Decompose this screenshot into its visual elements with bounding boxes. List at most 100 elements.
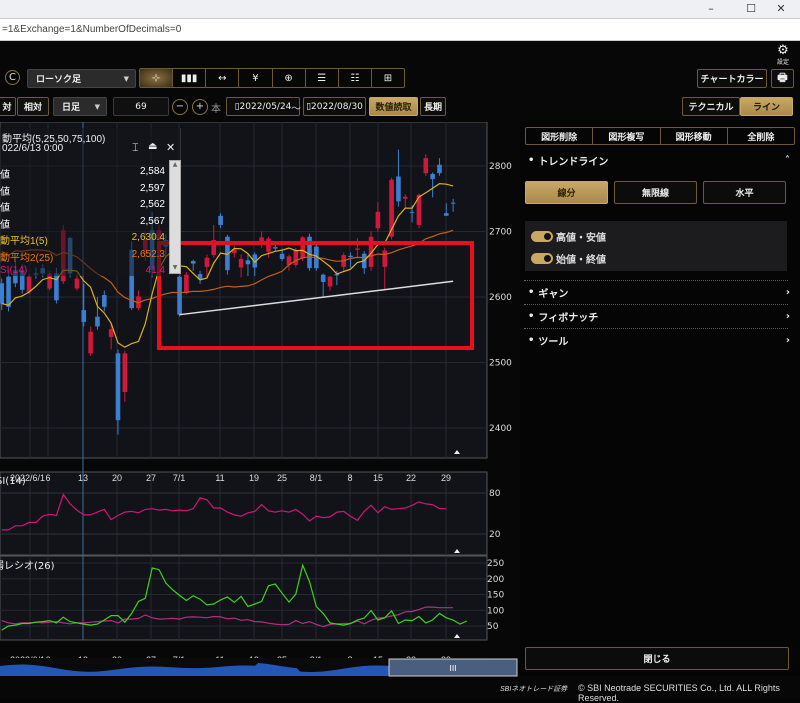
candle-body xyxy=(430,173,435,180)
grid-icon: ⊞ xyxy=(383,72,393,84)
candle-body xyxy=(122,353,128,392)
legend-value: 2,584 xyxy=(139,166,165,177)
candle-body xyxy=(108,329,114,337)
candle-body xyxy=(348,255,353,258)
tool-button[interactable]: ☰ xyxy=(306,69,339,87)
chevron-right-icon: › xyxy=(785,334,790,346)
legend-label: 値 xyxy=(0,219,10,231)
hide-icon[interactable]: ⏏ xyxy=(148,141,157,152)
tab-technical[interactable]: テクニカル xyxy=(682,97,740,116)
horizontal-button[interactable]: 水平 xyxy=(703,181,786,204)
legend-label: 値 xyxy=(0,170,10,181)
tool-button[interactable]: ▮▮▮ xyxy=(173,69,207,87)
candle-body xyxy=(279,253,285,260)
read-values-button[interactable]: 数値読取 xyxy=(369,97,418,116)
toggle-open-close[interactable]: 始値・終値 xyxy=(531,251,606,266)
tool-button[interactable]: ⊕ xyxy=(273,69,306,87)
chart-color-button[interactable]: チャートカラー xyxy=(697,69,767,88)
start-date-input[interactable]: ▯ 2022/05/24 xyxy=(226,97,300,116)
address-bar[interactable]: =1&Exchange=1&NumberOfDecimals=0 xyxy=(0,18,800,41)
line-drawing-panel: 図形削除 図形複写 図形移動 全削除 • トレンドライン ˄ 線分 無限線 水平 高値・… xyxy=(520,122,800,676)
tool-button[interactable]: ↔ xyxy=(206,69,240,87)
legend-row: 値 2,584 xyxy=(0,166,165,181)
close-icon[interactable]: ✕ xyxy=(166,141,175,154)
candle-body xyxy=(382,250,388,267)
scroll-down-icon[interactable]: ▼ xyxy=(170,264,180,271)
candle-body xyxy=(300,237,305,259)
date-tick-label: 11 xyxy=(215,473,224,483)
infinite-line-button[interactable]: 無限線 xyxy=(614,181,697,204)
period-select[interactable]: 日足 ▼ xyxy=(53,97,107,116)
refresh-button[interactable]: C xyxy=(5,70,20,85)
shape-action-1[interactable]: 図形複写 xyxy=(593,128,661,144)
date-tick-label: 7/1 xyxy=(173,473,186,483)
tool-button[interactable]: ⊹ xyxy=(140,69,174,87)
candle-body xyxy=(375,211,381,229)
legend-row: SI(14) 41.4 xyxy=(0,265,165,276)
end-date-input[interactable]: ▯ 2022/08/30 xyxy=(303,97,366,116)
chart-type-select[interactable]: ローソク足 ▼ xyxy=(27,69,136,88)
maximize-button[interactable]: ☐ xyxy=(736,0,766,18)
absolute-button[interactable]: 対 xyxy=(0,97,16,116)
toggle-switch[interactable] xyxy=(531,253,553,264)
candle-body xyxy=(190,260,196,264)
toggle-high-low[interactable]: 高値・安値 xyxy=(531,229,606,244)
tool-button[interactable]: ⊞ xyxy=(372,69,404,87)
candle-body xyxy=(245,260,251,265)
date-tick-label: 22 xyxy=(406,473,416,483)
legend-label: SI(14) xyxy=(0,265,28,276)
candle-body xyxy=(81,310,87,322)
print-button[interactable]: 🖶 xyxy=(771,69,794,88)
legend-row: 値 2,597 xyxy=(0,183,165,198)
section-trendline[interactable]: • トレンドライン ˄ xyxy=(524,148,796,172)
toggle-switch[interactable] xyxy=(531,231,553,242)
price-tick-label: 2500 xyxy=(489,359,512,369)
pin-icon[interactable]: ⌶ xyxy=(132,141,139,155)
candle-body xyxy=(273,247,278,249)
tool-button[interactable]: ☷ xyxy=(339,69,372,87)
shape-action-3[interactable]: 全削除 xyxy=(728,128,794,144)
close-window-button[interactable]: ✕ xyxy=(766,0,796,18)
section-tools[interactable]: • ツール › xyxy=(524,328,796,352)
segment-button[interactable]: 線分 xyxy=(525,181,608,204)
sbi-logo: SBIネオトレード証券 xyxy=(500,686,568,693)
shape-action-0[interactable]: 図形削除 xyxy=(526,128,594,144)
bar-count-input[interactable]: 69 xyxy=(113,97,169,116)
legend-date: 022/6/13 0:00 xyxy=(2,143,64,154)
legend-value: 2,597 xyxy=(139,182,165,194)
candle-body xyxy=(320,274,326,282)
tool-button[interactable]: ¥ xyxy=(239,69,273,87)
price-tick-label: 2800 xyxy=(489,162,512,172)
close-panel-button[interactable]: 閉じる xyxy=(525,647,789,670)
date-tick-label: 8 xyxy=(347,473,352,483)
date-tick-label: 15 xyxy=(373,473,383,483)
increase-button[interactable]: + xyxy=(192,99,208,115)
scroll-up-icon[interactable]: ▲ xyxy=(170,161,180,168)
search-list-icon: ☷ xyxy=(350,72,360,84)
section-gann[interactable]: • ギャン › xyxy=(524,280,796,304)
candle-body xyxy=(102,295,107,307)
candle-body xyxy=(218,215,223,225)
legend-scrollbar[interactable]: ▲ ▼ xyxy=(169,160,181,274)
legend-value: 2,567 xyxy=(139,215,165,227)
volume-ratio-tick-label: 150 xyxy=(487,591,504,601)
legend-value: 2,652.3 xyxy=(131,248,165,260)
settings-label: 設定 xyxy=(776,59,789,66)
relative-button[interactable]: 相対 xyxy=(17,97,49,116)
volume-bars-icon: ▮▮▮ xyxy=(180,72,198,84)
shape-action-2[interactable]: 図形移動 xyxy=(661,128,728,144)
candle-body xyxy=(184,274,189,294)
long-term-button[interactable]: 長期 xyxy=(420,97,446,116)
settings-button[interactable]: ⚙ 設定 xyxy=(774,44,792,66)
chevron-right-icon: › xyxy=(785,310,790,322)
candle-body xyxy=(88,331,93,354)
decrease-button[interactable]: − xyxy=(172,99,188,115)
tab-line[interactable]: ライン xyxy=(740,97,793,116)
volume-ratio-tick-label: 100 xyxy=(487,606,504,616)
minimize-button[interactable]: – xyxy=(696,0,726,18)
candle-body xyxy=(450,202,456,204)
date-tick-label: 29 xyxy=(441,473,451,483)
list-icon: ☰ xyxy=(317,72,327,84)
section-fibonacci[interactable]: • フィボナッチ › xyxy=(524,304,796,328)
date-tick-label: 25 xyxy=(277,473,287,483)
